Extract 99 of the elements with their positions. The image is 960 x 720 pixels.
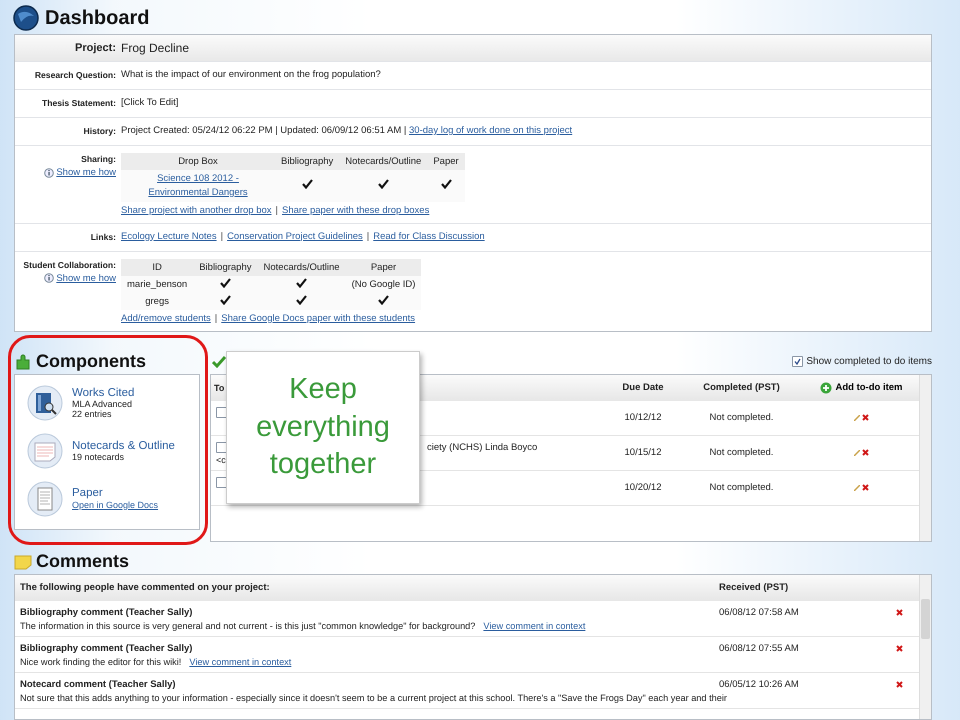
component-detail: MLA Advanced <box>72 398 134 409</box>
checkbox[interactable] <box>216 476 227 488</box>
pencil-icon[interactable] <box>854 414 860 421</box>
comment-text: Nice work finding the editor for this wiki! <box>20 656 182 667</box>
column-header: Received (PST) <box>719 582 790 594</box>
due-date: 10/15/12 <box>624 447 662 458</box>
column-header: Paper <box>427 153 465 170</box>
field-value: Project Created: 05/24/12 06:22 PM | Updated: 06/09/12 06:51 AM | <box>121 125 406 136</box>
binder-icon <box>27 384 63 421</box>
work-log-link[interactable]: 30-day log of work done on this project <box>409 125 572 136</box>
scrollbar[interactable] <box>919 574 931 719</box>
table-cell: marie_benson <box>121 276 194 293</box>
scrollbar[interactable] <box>919 374 931 541</box>
link-separator: | <box>214 312 218 324</box>
column-header: Notecards/Outline <box>258 258 346 276</box>
share-link[interactable]: Add/remove students <box>121 312 211 324</box>
component-detail: 22 entries <box>72 408 113 419</box>
drop-box-link[interactable]: Science 108 2012 - Environmental Dangers <box>127 172 269 200</box>
comment-text: The information in this source is very general and not current - is this just "common knowledge" for background? <box>20 620 476 631</box>
field-label: Thesis Statement: <box>40 97 116 108</box>
delete-icon[interactable] <box>862 449 869 456</box>
notecards-icon <box>27 432 63 469</box>
delete-icon[interactable] <box>896 680 902 688</box>
callout-text: Keep everything together <box>255 372 391 482</box>
view-context-link[interactable]: View comment in context <box>483 620 586 631</box>
received-time: 06/08/12 07:58 AM <box>719 606 800 618</box>
checkbox[interactable] <box>216 442 227 453</box>
component-title[interactable]: Notecards & Outline <box>72 440 175 452</box>
column-header: Drop Box <box>121 153 275 170</box>
add-todo-button[interactable]: Add to-do item <box>804 382 919 394</box>
pencil-icon[interactable] <box>854 450 860 456</box>
column-header: To <box>213 382 226 393</box>
column-header: ID <box>121 258 194 276</box>
section-title: Comments <box>36 551 130 572</box>
puzzle-icon <box>14 352 32 371</box>
completion-status: Not completed. <box>708 482 774 494</box>
comment-title: Notecard comment (Teacher Sally) <box>20 678 177 690</box>
resource-link[interactable]: Ecology Lecture Notes <box>121 230 217 244</box>
field-value: Frog Decline <box>121 41 190 55</box>
task-text: ciety (NCHS) Linda Boyco <box>427 442 538 453</box>
column-header: Bibliography <box>275 153 340 170</box>
received-time: 06/05/12 10:26 AM <box>719 678 800 690</box>
component-detail: 19 notecards <box>72 452 126 462</box>
info-icon <box>44 168 54 178</box>
completion-status: Not completed. <box>708 412 774 424</box>
view-context-link[interactable]: View comment in context <box>189 656 292 667</box>
pencil-icon[interactable] <box>854 484 860 491</box>
received-time: 06/08/12 07:55 AM <box>719 642 800 654</box>
field-value: [Click To Edit] <box>121 97 180 110</box>
link-separator: | <box>276 204 278 216</box>
comment-title: Bibliography comment (Teacher Sally) <box>20 642 194 654</box>
task-text: <c <box>216 454 227 465</box>
plus-icon <box>820 382 832 394</box>
checkmark-icon <box>212 356 226 368</box>
delete-icon[interactable] <box>862 414 869 422</box>
field-label: Student Collaboration: <box>23 258 116 270</box>
comment-title: Bibliography comment (Teacher Sally) <box>20 606 194 618</box>
field-label: History: <box>82 125 116 136</box>
info-icon <box>44 273 54 284</box>
globe-icon <box>13 5 39 31</box>
completion-status: Not completed. <box>708 447 774 458</box>
field-label: Research Question: <box>34 69 116 80</box>
checkbox-label: Show completed to do items <box>806 356 932 368</box>
checkbox[interactable] <box>792 356 804 368</box>
component-title[interactable]: Paper <box>72 486 158 499</box>
delete-icon[interactable] <box>896 644 902 652</box>
share-link[interactable]: Share paper with these drop boxes <box>282 204 430 216</box>
delete-icon[interactable] <box>896 608 902 616</box>
due-date: 10/12/12 <box>624 412 662 424</box>
column-header: Notecards/Outline <box>339 153 428 170</box>
column-header: Bibliography <box>193 258 258 276</box>
field-label: Project: <box>74 41 116 54</box>
field-value: What is the impact of our environment on the frog population? <box>121 69 382 82</box>
column-header: The following people have commented on your project: <box>20 582 271 594</box>
resource-link[interactable]: Conservation Project Guidelines <box>227 230 363 244</box>
field-label: Sharing: <box>81 153 116 164</box>
link-separator: | <box>366 230 370 244</box>
page-title: Dashboard <box>45 6 150 30</box>
note-icon <box>14 554 32 570</box>
share-link[interactable]: Share Google Docs paper with these students <box>221 312 416 324</box>
comment-text: Not sure that this adds anything to your information - especially since it doesn't seem to be a current project at this school. There's a "Save the Frogs Day" each year and their <box>20 692 727 703</box>
show-me-how-link[interactable]: Show me how <box>56 272 116 284</box>
resource-link[interactable]: Read for Class Discussion <box>373 230 485 244</box>
table-cell: gregs <box>121 292 194 310</box>
delete-icon[interactable] <box>862 484 869 492</box>
field-label: Links: <box>90 230 116 242</box>
section-title: Components <box>36 351 146 372</box>
checkbox[interactable] <box>216 406 227 418</box>
column-header: Completed (PST) <box>702 382 781 394</box>
component-title[interactable]: Works Cited <box>72 386 134 399</box>
document-icon <box>27 480 63 517</box>
table-cell: (No Google ID) <box>346 276 422 293</box>
due-date: 10/20/12 <box>624 482 662 494</box>
column-header: Paper <box>346 258 422 276</box>
column-header: Due Date <box>621 382 665 394</box>
link-separator: | <box>220 230 224 244</box>
share-link[interactable]: Share project with another drop box <box>121 204 272 216</box>
show-me-how-link[interactable]: Show me how <box>56 167 116 178</box>
google-docs-link[interactable]: Open in Google Docs <box>72 500 158 510</box>
